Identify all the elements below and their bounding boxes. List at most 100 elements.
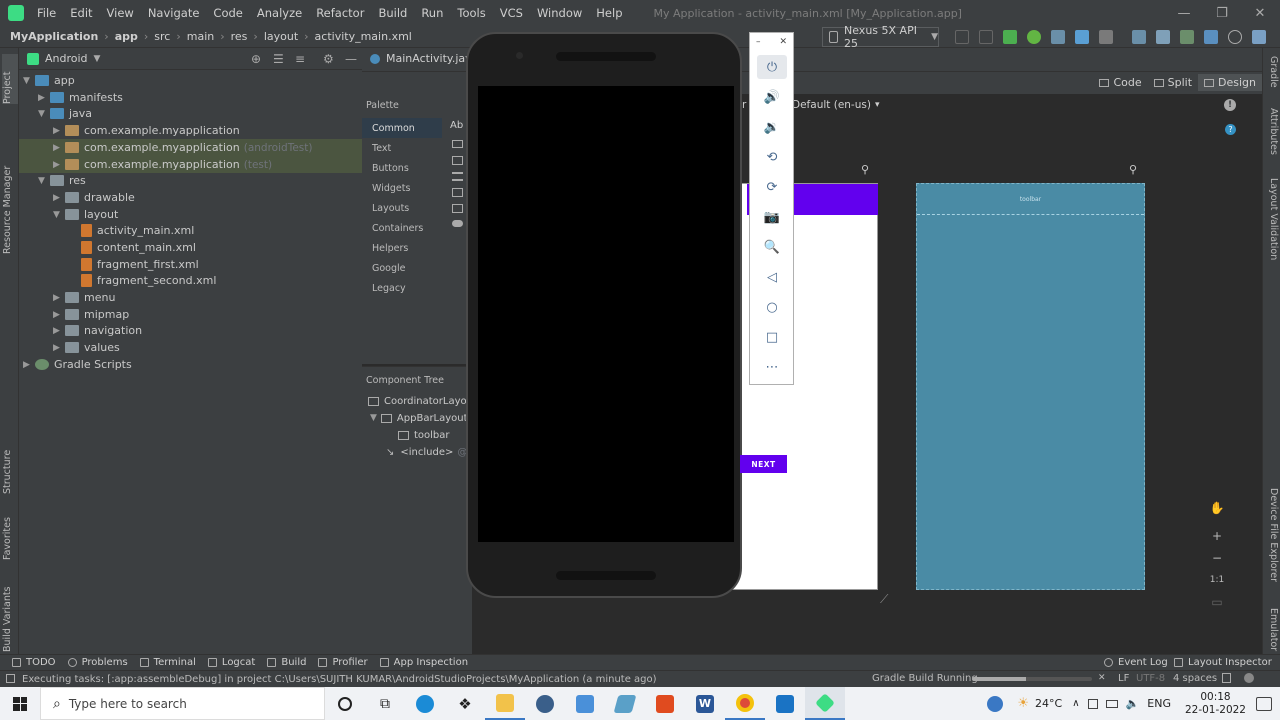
volume-up-icon[interactable]: 🔊 — [757, 85, 787, 109]
next-button[interactable]: NEXT — [740, 455, 787, 473]
component-toolbar[interactable]: toolbar — [398, 427, 450, 443]
bottom-tab-profiler[interactable]: Profiler — [318, 657, 368, 668]
battery-icon[interactable] — [1105, 699, 1118, 708]
menu-window[interactable]: Window — [530, 6, 589, 20]
palette-category-containers[interactable]: Containers — [362, 218, 442, 238]
palette-category-buttons[interactable]: Buttons — [362, 158, 442, 178]
cortana-icon[interactable] — [325, 687, 365, 720]
emulator-screen[interactable] — [478, 86, 734, 542]
tab-main-activity[interactable]: MainActivity.java — [370, 52, 478, 65]
coverage-icon[interactable] — [1027, 30, 1041, 44]
tool-tab-layout-validation[interactable]: Layout Validation — [1265, 178, 1279, 278]
component-include[interactable]: ↘<include>@la — [386, 444, 476, 460]
zoom-actual-size-button[interactable]: 1:1 — [1205, 570, 1229, 590]
tool-tab-structure[interactable]: Structure — [2, 438, 18, 494]
scrollview-widget-icon[interactable] — [452, 204, 463, 213]
palette-category-google[interactable]: Google — [362, 258, 442, 278]
camera-icon[interactable]: 📷 — [757, 205, 787, 229]
network-icon[interactable] — [1087, 698, 1098, 709]
gear-icon[interactable]: ⚙ — [323, 52, 334, 66]
zoom-icon[interactable]: 🔍 — [757, 235, 787, 259]
attach-debugger-icon[interactable] — [1075, 30, 1089, 44]
button-widget-icon[interactable] — [452, 140, 463, 148]
menu-build[interactable]: Build — [371, 6, 414, 20]
breadcrumb-module[interactable]: app — [115, 30, 138, 43]
chrome-icon[interactable] — [725, 687, 765, 720]
breadcrumb-project[interactable]: MyApplication — [10, 30, 98, 43]
back-icon[interactable]: ◁ — [757, 265, 787, 289]
bottom-tab-todo[interactable]: TODO — [12, 657, 56, 668]
file-explorer-icon[interactable] — [485, 687, 525, 720]
tree-item-java[interactable]: ▼ java — [38, 105, 92, 122]
line-ending[interactable]: LF — [1118, 673, 1129, 684]
rotate-left-icon[interactable]: ⟲ — [757, 145, 787, 169]
zoom-in-icon[interactable]: + — [1205, 526, 1229, 546]
palette-category-common[interactable]: Common — [362, 118, 442, 138]
more-icon[interactable]: ⋯ — [757, 355, 787, 379]
blueprint-view[interactable]: toolbar — [916, 183, 1145, 590]
locate-icon[interactable]: ⊕ — [251, 52, 261, 66]
close-icon[interactable]: ✕ — [779, 37, 787, 51]
tool-tab-gradle[interactable]: Gradle — [1265, 56, 1279, 106]
component-appbar-layout[interactable]: ▼ AppBarLayout — [370, 410, 468, 426]
tree-item-package-test[interactable]: ▶ com.example.myapplication (test) — [19, 156, 362, 173]
palette-category-text[interactable]: Text — [362, 138, 442, 158]
pin-icon[interactable]: ⚲ — [1129, 163, 1137, 176]
hide-icon[interactable]: — — [345, 52, 357, 66]
stop-icon[interactable] — [1099, 30, 1113, 44]
menu-refactor[interactable]: Refactor — [309, 6, 371, 20]
menu-edit[interactable]: Edit — [63, 6, 99, 20]
tree-item-mipmap[interactable]: ▶ mipmap — [53, 306, 129, 323]
palette-widget-textview[interactable]: Ab — [450, 120, 463, 131]
tool-tab-favorites[interactable]: Favorites — [2, 504, 18, 560]
breadcrumb-main[interactable]: main — [187, 30, 214, 43]
android-studio-taskbar-icon[interactable] — [805, 687, 845, 720]
menu-analyze[interactable]: Analyze — [250, 6, 309, 20]
palette-category-widgets[interactable]: Widgets — [362, 178, 442, 198]
palette-category-layouts[interactable]: Layouts — [362, 198, 442, 218]
bug-icon[interactable] — [1003, 30, 1017, 44]
help-tray-icon[interactable] — [987, 695, 1004, 712]
bottom-tab-build[interactable]: Build — [267, 657, 306, 668]
volume-down-icon[interactable]: 🔉 — [757, 115, 787, 139]
code-editor-icon[interactable] — [565, 687, 605, 720]
pin-icon[interactable]: ⚲ — [861, 163, 869, 176]
collapse-all-icon[interactable]: ≡ — [295, 52, 305, 66]
mode-split[interactable]: Split — [1148, 74, 1198, 91]
resize-handle-icon[interactable]: ⟋ — [880, 592, 888, 607]
component-coordinator-layout[interactable]: CoordinatorLayout — [368, 393, 477, 409]
input-language[interactable]: ENG — [1147, 697, 1171, 710]
pan-icon[interactable]: ✋ — [1205, 498, 1229, 518]
minimize-icon[interactable]: – — [756, 37, 761, 51]
bottom-tab-app-inspection[interactable]: App Inspection — [379, 657, 468, 668]
tree-item-layout[interactable]: ▼ layout — [53, 206, 118, 223]
status-message[interactable]: Executing tasks: [:app:assembleDebug] in… — [22, 674, 657, 685]
bottom-tab-problems[interactable]: Problems — [67, 657, 128, 668]
tree-item-values[interactable]: ▶ values — [53, 339, 120, 356]
sdk-manager-icon[interactable] — [1180, 30, 1194, 44]
layout-inspector-icon[interactable] — [1204, 30, 1218, 44]
cancel-task-icon[interactable]: ✕ — [1098, 673, 1106, 683]
image-widget-icon[interactable] — [452, 156, 463, 165]
tool-tab-project[interactable]: Project — [2, 54, 18, 104]
switch-widget-icon[interactable] — [452, 220, 463, 227]
profile-icon[interactable] — [1051, 30, 1065, 44]
bottom-tab-terminal[interactable]: Terminal — [139, 657, 196, 668]
lock-icon[interactable] — [1222, 673, 1231, 683]
mode-design[interactable]: Design — [1198, 74, 1262, 91]
file-encoding[interactable]: UTF-8 — [1136, 673, 1165, 684]
tree-item-fragment-second[interactable]: fragment_second.xml — [81, 272, 216, 289]
restore-icon[interactable]: ❐ — [1202, 0, 1242, 26]
dropbox-icon[interactable]: ❖ — [445, 687, 485, 720]
menu-help[interactable]: Help — [589, 6, 629, 20]
menu-file[interactable]: File — [30, 6, 63, 20]
warning-icon[interactable]: ! — [1224, 99, 1236, 111]
rotate-right-icon[interactable]: ⟳ — [757, 175, 787, 199]
indent-setting[interactable]: 4 spaces — [1173, 673, 1217, 684]
recyclerview-widget-icon[interactable] — [452, 172, 463, 181]
help-icon[interactable]: ? — [1225, 124, 1236, 135]
volume-icon[interactable]: 🔈 — [1126, 697, 1140, 710]
tree-item-app[interactable]: ▼ app — [23, 72, 75, 89]
tool-tab-build-variants[interactable]: Build Variants — [2, 572, 18, 652]
power-icon[interactable]: ⏻ — [757, 55, 787, 79]
